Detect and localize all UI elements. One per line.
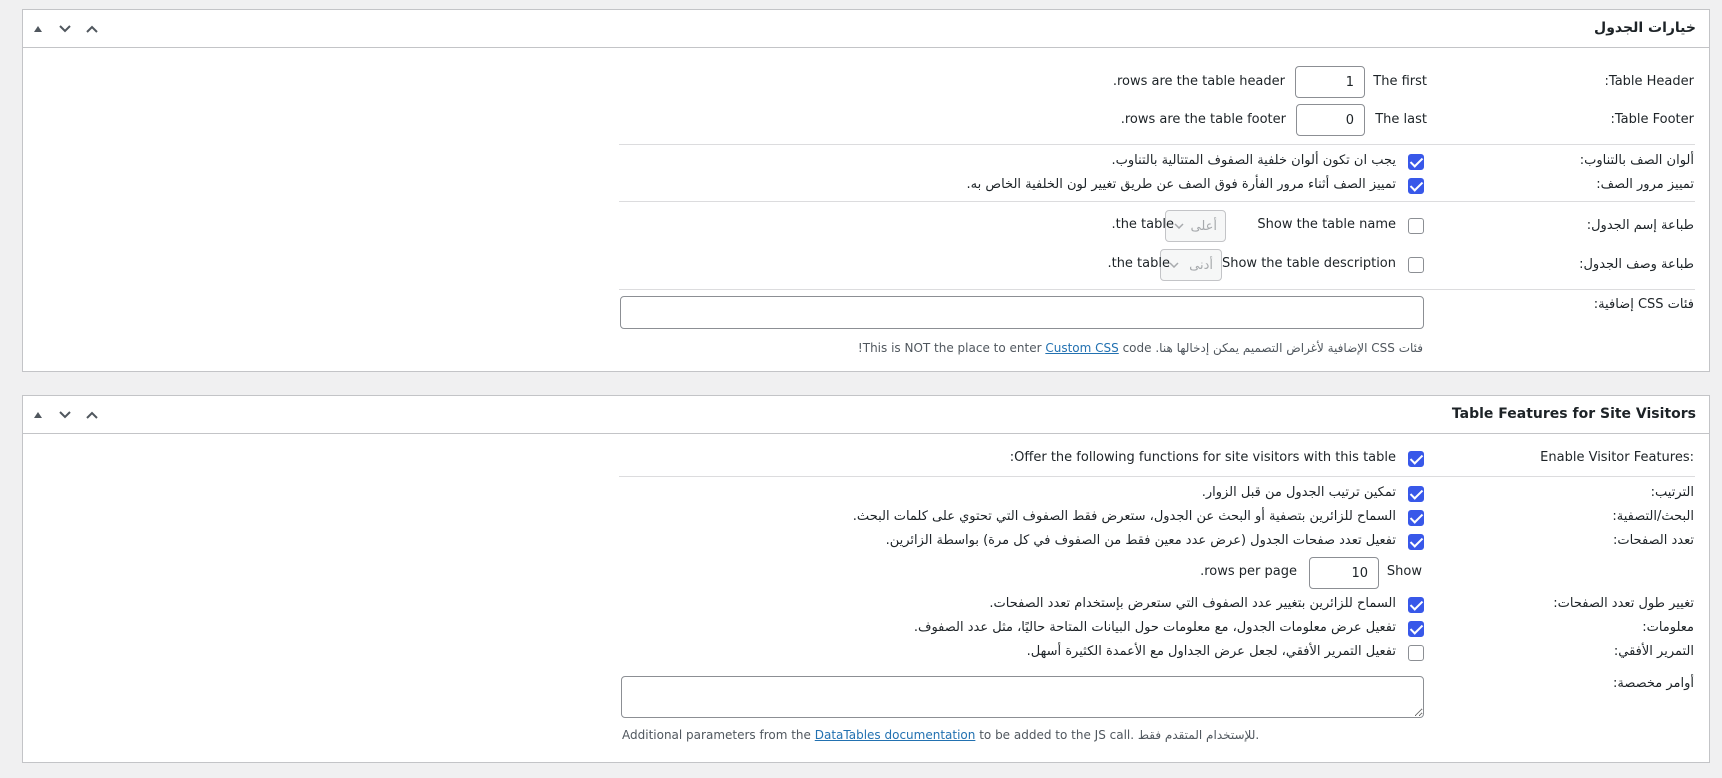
- custom-commands-description: Additional parameters from the DataTable…: [622, 728, 1259, 742]
- horizontal-scroll-text: تفعيل التمرير الأفقي، لجعل عرض الجداول م…: [1026, 644, 1396, 659]
- panel-header: Table Features for Site Visitors: [23, 396, 1709, 434]
- print-name-position-value: أعلى: [1190, 218, 1217, 234]
- table-header-suffix: rows are the table header.: [1112, 74, 1285, 89]
- select-arrow-icon: [1169, 262, 1179, 268]
- table-footer-rows-input[interactable]: [1296, 104, 1365, 136]
- print-name-label: طباعة إسم الجدول:: [1586, 218, 1694, 233]
- move-top-button[interactable]: [28, 19, 48, 39]
- print-name-checkbox[interactable]: [1408, 218, 1424, 234]
- css-classes-label: فئات CSS إضافية:: [1593, 297, 1694, 312]
- rows-per-page-prefix: Show: [1386, 564, 1422, 579]
- table-options-panel: خيارات الجدول Table Header: The first ro…: [22, 9, 1710, 372]
- filtering-text: السماح للزائرين بتصفية أو البحث عن الجدو…: [852, 509, 1396, 524]
- pagination-text: تفعيل تعدد صفحات الجدول (عرض عدد معين فق…: [885, 533, 1396, 548]
- collapse-button[interactable]: [82, 405, 102, 425]
- alternating-colors-label: ألوان الصف بالتناوب:: [1579, 153, 1694, 168]
- enable-features-label: Enable Visitor Features:: [1540, 450, 1694, 465]
- enable-features-checkbox[interactable]: [1408, 451, 1424, 467]
- row-hover-text: تمييز الصف أثناء مرور الفأرة فوق الصف عن…: [966, 177, 1396, 192]
- custom-css-link[interactable]: Custom CSS: [1045, 341, 1118, 355]
- print-description-label: طباعة وصف الجدول:: [1579, 257, 1694, 272]
- print-description-suffix: the table.: [1107, 256, 1170, 271]
- sorting-checkbox[interactable]: [1408, 486, 1424, 502]
- info-text: تفعيل عرض معلومات الجدول، مع معلومات حول…: [913, 620, 1396, 635]
- datatables-documentation-link[interactable]: DataTables documentation: [815, 728, 976, 742]
- triangle-up-icon: [34, 412, 42, 418]
- css-classes-input[interactable]: [620, 296, 1424, 329]
- length-change-label: تغيير طول تعدد الصفحات:: [1553, 596, 1694, 611]
- length-change-text: السماح للزائرين بتغيير عدد الصفوف التي س…: [989, 596, 1396, 611]
- pagination-checkbox[interactable]: [1408, 534, 1424, 550]
- print-description-position-value: أدنى: [1189, 257, 1213, 273]
- move-down-button[interactable]: [55, 405, 75, 425]
- separator: [619, 201, 1695, 202]
- table-header-label: Table Header:: [1604, 74, 1694, 89]
- select-arrow-icon: [1174, 223, 1184, 229]
- print-name-position-select[interactable]: أعلى: [1165, 210, 1226, 242]
- info-checkbox[interactable]: [1408, 621, 1424, 637]
- collapse-button[interactable]: [82, 19, 102, 39]
- separator: [619, 289, 1695, 290]
- rows-per-page-input[interactable]: [1309, 557, 1379, 589]
- alternating-colors-text: يجب ان تكون ألوان خلفية الصفوف المتتالية…: [1111, 153, 1396, 168]
- separator: [619, 144, 1695, 145]
- sorting-label: الترتيب:: [1650, 485, 1694, 500]
- chevron-up-icon: [86, 411, 98, 419]
- enable-features-text: Offer the following functions for site v…: [1009, 450, 1396, 465]
- horizontal-scroll-label: التمرير الأفقي:: [1613, 644, 1694, 659]
- length-change-checkbox[interactable]: [1408, 597, 1424, 613]
- separator: [619, 476, 1695, 477]
- sorting-text: تمكين ترتيب الجدول من قبل الزوار.: [1201, 485, 1396, 500]
- alternating-colors-checkbox[interactable]: [1408, 154, 1424, 170]
- custom-commands-textarea[interactable]: [621, 676, 1424, 718]
- table-footer-label: Table Footer:: [1610, 112, 1694, 127]
- custom-commands-label: أوامر مخصصة:: [1612, 676, 1694, 691]
- chevron-down-icon: [59, 411, 71, 419]
- chevron-up-icon: [86, 25, 98, 33]
- row-hover-label: تمييز مرور الصف:: [1596, 177, 1694, 192]
- triangle-up-icon: [34, 26, 42, 32]
- rows-per-page-suffix: rows per page.: [1200, 564, 1297, 579]
- print-description-text: Show the table description: [1221, 256, 1396, 271]
- print-name-suffix: the table.: [1111, 217, 1174, 232]
- visitor-features-panel: Table Features for Site Visitors Enable …: [22, 395, 1710, 763]
- table-footer-prefix: The last: [1375, 112, 1427, 127]
- filtering-label: البحث/التصفية:: [1612, 509, 1694, 524]
- info-label: معلومات:: [1642, 620, 1694, 635]
- print-description-checkbox[interactable]: [1408, 257, 1424, 273]
- css-classes-description: فئات CSS الإضافية لأغراض التصميم يمكن إد…: [858, 341, 1423, 355]
- table-header-prefix: The first: [1373, 74, 1427, 89]
- custom-commands-desc-before: Additional parameters from the: [622, 728, 811, 742]
- table-footer-suffix: rows are the table footer.: [1120, 112, 1286, 127]
- move-top-button[interactable]: [28, 405, 48, 425]
- panel-title: Table Features for Site Visitors: [1451, 406, 1696, 422]
- custom-commands-desc-after: to be added to the JS call. للإستخدام ال…: [979, 728, 1260, 742]
- chevron-down-icon: [59, 25, 71, 33]
- move-down-button[interactable]: [55, 19, 75, 39]
- table-header-rows-input[interactable]: [1295, 66, 1365, 98]
- filtering-checkbox[interactable]: [1408, 510, 1424, 526]
- panel-title: خيارات الجدول: [1594, 20, 1696, 36]
- print-name-text: Show the table name: [1257, 217, 1396, 232]
- pagination-label: تعدد الصفحات:: [1612, 533, 1694, 548]
- horizontal-scroll-checkbox[interactable]: [1408, 645, 1424, 661]
- row-hover-checkbox[interactable]: [1408, 178, 1424, 194]
- panel-header: خيارات الجدول: [23, 10, 1709, 48]
